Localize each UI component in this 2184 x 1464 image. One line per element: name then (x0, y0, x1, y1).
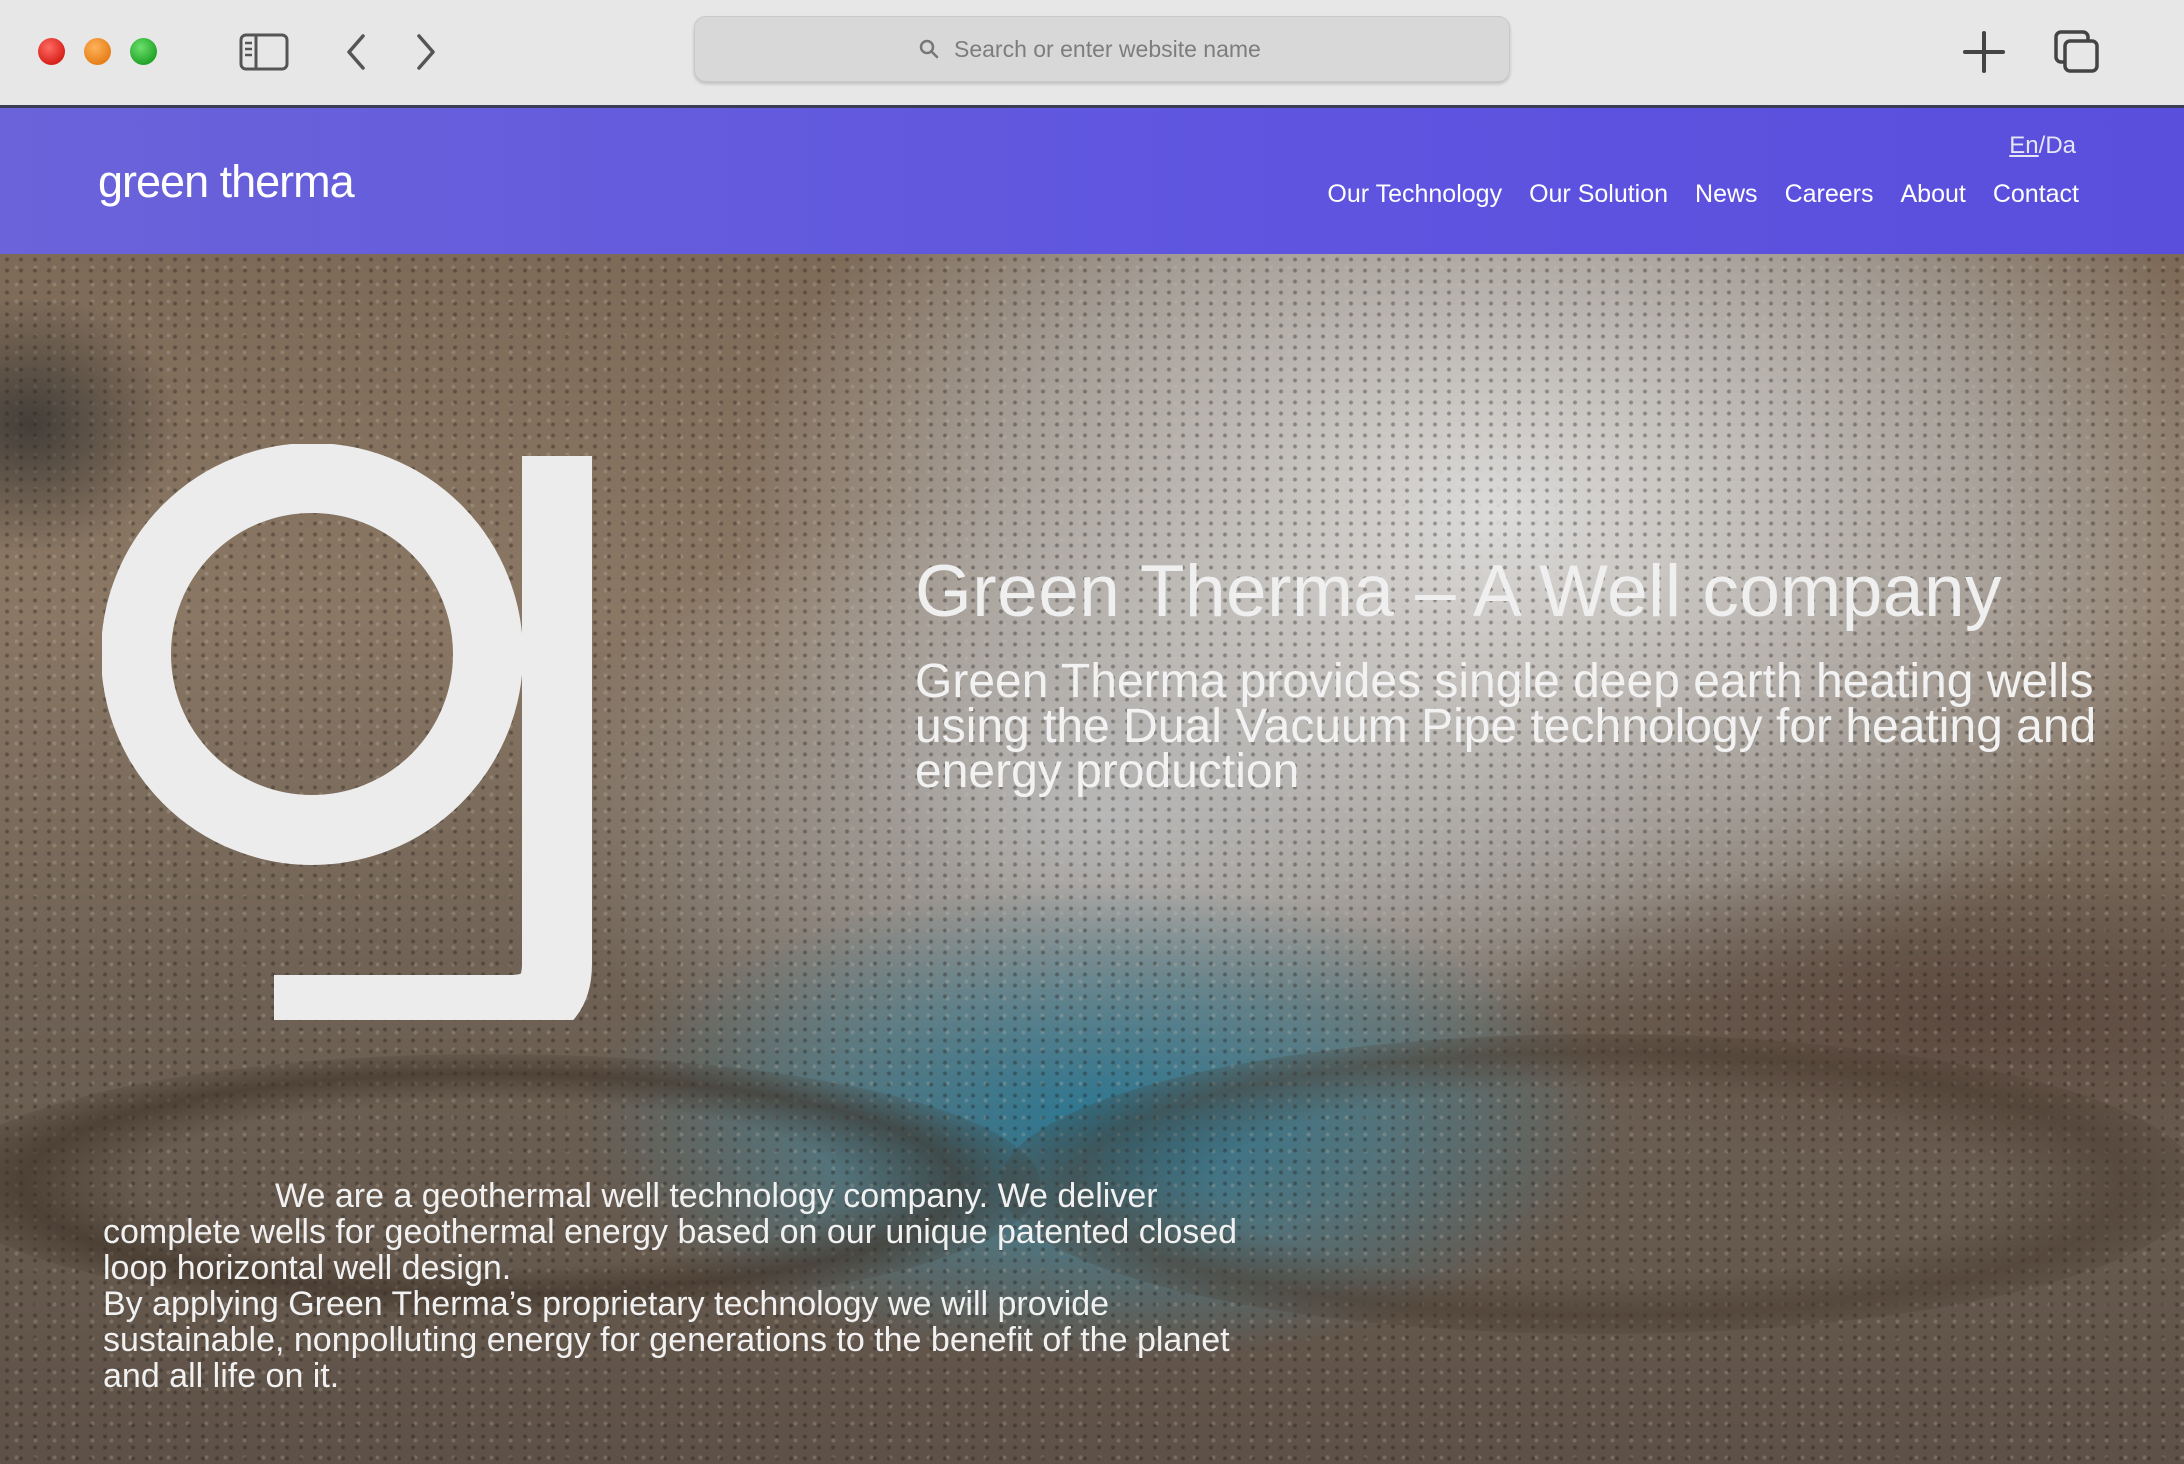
site-logo[interactable]: green therma (98, 156, 355, 208)
forward-arrow-icon (417, 34, 435, 70)
back-button[interactable] (336, 26, 376, 78)
nav-our-solution[interactable]: Our Solution (1529, 180, 1668, 209)
plus-icon (1963, 31, 2005, 73)
hero-intro-text-2: By applying Green Therma’s proprietary t… (103, 1285, 1230, 1395)
search-icon (919, 39, 939, 59)
browser-toolbar (0, 0, 2184, 108)
hero-subheadline: Green Therma provides single deep earth … (915, 655, 2097, 798)
search-input[interactable] (952, 34, 1286, 64)
site-header: green therma En/Da Our Technology Our So… (0, 108, 2184, 254)
nav-news[interactable]: News (1695, 180, 1758, 209)
nav-contact[interactable]: Contact (1993, 180, 2079, 209)
address-bar[interactable] (694, 16, 1510, 82)
nav-about[interactable]: About (1900, 180, 1965, 209)
forward-button[interactable] (406, 26, 446, 78)
language-da-link[interactable]: Da (2045, 132, 2076, 159)
language-en-link[interactable]: En (2009, 132, 2038, 159)
nav-our-technology[interactable]: Our Technology (1327, 180, 1502, 209)
zoom-window-button[interactable] (130, 38, 157, 65)
tabs-icon (2054, 30, 2099, 73)
nav-careers[interactable]: Careers (1785, 180, 1874, 209)
close-window-button[interactable] (38, 38, 65, 65)
new-tab-button[interactable] (1960, 26, 2008, 78)
sidebar-icon (239, 33, 289, 71)
minimize-window-button[interactable] (84, 38, 111, 65)
back-arrow-icon (347, 34, 365, 70)
hero-intro-text: We are a geothermal well technology comp… (103, 1177, 1238, 1287)
sidebar-toggle-button[interactable] (236, 26, 292, 78)
tab-overview-button[interactable] (2052, 26, 2102, 78)
brand-g-logo-mark (102, 444, 592, 1020)
hero-section: Green Therma – A Well company Green Ther… (0, 254, 2184, 1464)
main-nav: Our Technology Our Solution News Careers… (1327, 180, 2079, 209)
language-switcher: En/Da (2009, 132, 2076, 160)
hero-headline: Green Therma – A Well company (915, 551, 2003, 632)
